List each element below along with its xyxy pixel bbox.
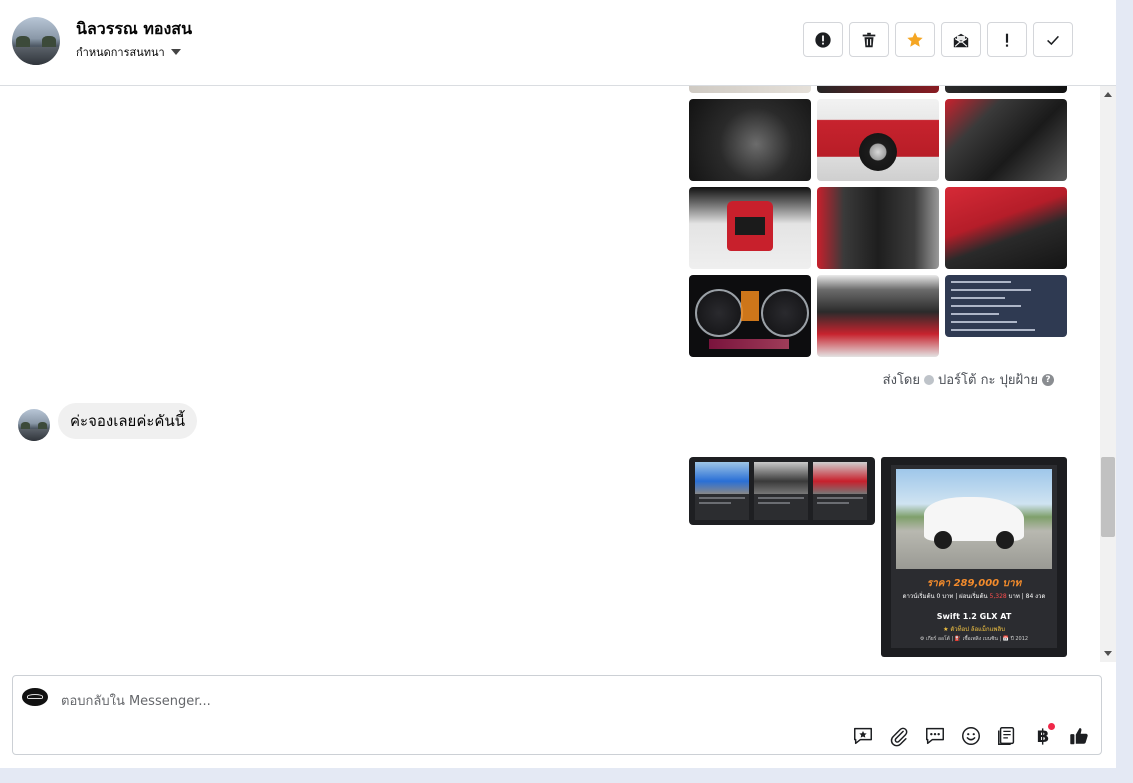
- delete-button[interactable]: [849, 22, 889, 57]
- car-photo-rear-open[interactable]: [689, 187, 811, 269]
- car-listing-card-image[interactable]: ราคา 289,000 บาท ดาวน์เริ่มต้น 0 บาท | ผ…: [881, 457, 1067, 657]
- notification-dot: [1048, 723, 1055, 730]
- done-check-icon: [1047, 35, 1059, 45]
- car-photo-rear-seats[interactable]: [817, 187, 939, 269]
- saved-reply-icon[interactable]: [851, 724, 875, 748]
- mark-important-button[interactable]: [987, 22, 1027, 57]
- report-icon: [815, 31, 831, 48]
- contact-avatar-small[interactable]: [18, 409, 50, 441]
- listing-footer: ⚙ เกียร์ ออโต้ | ⛽ เชื้อเพลิง เบนซิน | 📅…: [919, 636, 1029, 642]
- incoming-message-bubble[interactable]: ค่ะจองเลยค่ะคันนี้: [58, 403, 197, 439]
- sent-by-info: ส่งโดย ปอร์โต้ กะ ปุยฝ้าย ?: [883, 369, 1054, 390]
- verified-badge-icon: [924, 374, 934, 385]
- like-icon[interactable]: [1067, 724, 1091, 748]
- listing-price: ราคา 289,000 บาท: [926, 578, 1022, 589]
- car-listing-collage-image[interactable]: [689, 457, 875, 525]
- conversation-panel: นิลวรรณ ทองสน กำหนดการสนทนา ส่งโดย ปอร์โ…: [0, 0, 1116, 768]
- car-photo-wheel[interactable]: [817, 99, 939, 181]
- mark-unread-button[interactable]: [941, 22, 981, 57]
- star-icon: [907, 31, 923, 47]
- conversation-header: นิลวรรณ ทองสน กำหนดการสนทนา: [0, 0, 1116, 86]
- car-photo[interactable]: [689, 86, 811, 93]
- mark-unread-icon: [953, 33, 969, 47]
- listing-car-photo: [896, 469, 1052, 569]
- quick-reply-icon[interactable]: [923, 724, 947, 748]
- scroll-down-arrow-icon[interactable]: [1104, 651, 1112, 656]
- scroll-up-arrow-icon[interactable]: [1104, 92, 1112, 97]
- car-photo[interactable]: [945, 86, 1067, 93]
- contact-avatar[interactable]: [12, 17, 60, 65]
- conversation-schedule-label: กำหนดการสนทนา: [76, 46, 165, 59]
- message-composer[interactable]: ตอบกลับใน Messenger... ฿: [12, 675, 1102, 755]
- page-logo-icon: [22, 688, 48, 706]
- car-photo-dashboard-gauges[interactable]: [689, 275, 811, 357]
- star-button[interactable]: [895, 22, 935, 57]
- scrollbar-thumb[interactable]: [1101, 457, 1115, 537]
- car-spec-sheet-image[interactable]: [945, 275, 1067, 337]
- conversation-toolbar: [803, 22, 1073, 57]
- conversation-schedule-dropdown[interactable]: กำหนดการสนทนา: [76, 43, 181, 61]
- thread-scrollbar[interactable]: [1100, 86, 1116, 662]
- attachment-icon[interactable]: [887, 724, 911, 748]
- listing-model: Swift 1.2 GLX AT: [936, 612, 1012, 621]
- mark-done-button[interactable]: [1033, 22, 1073, 57]
- important-icon: [1005, 33, 1009, 47]
- emoji-icon[interactable]: [959, 724, 983, 748]
- composer-toolbar: ฿: [851, 723, 1091, 748]
- car-photo-door-panel[interactable]: [945, 187, 1067, 269]
- chevron-down-icon: [170, 49, 181, 55]
- baht-payment-icon[interactable]: ฿: [1031, 723, 1055, 748]
- help-icon[interactable]: ?: [1042, 373, 1054, 386]
- car-photo-interior-front[interactable]: [945, 99, 1067, 181]
- reply-input[interactable]: ตอบกลับใน Messenger...: [61, 690, 211, 711]
- sent-by-prefix: ส่งโดย: [882, 373, 920, 388]
- listing-tagline: ★ ตัวท็อป ล้อแม็กแพลิบ: [943, 626, 1005, 633]
- listing-finance: ดาวน์เริ่มต้น 0 บาท | ผ่อนเริ่มต้น 5,328…: [902, 593, 1046, 600]
- contact-name[interactable]: นิลวรรณ ทองสน: [76, 17, 192, 42]
- sent-by-name[interactable]: ปอร์โต้ กะ ปุยฝ้าย: [938, 369, 1038, 390]
- car-photo-gear-shifter[interactable]: [689, 99, 811, 181]
- trash-icon: [862, 32, 876, 47]
- car-photo[interactable]: [817, 86, 939, 93]
- car-photo-engine-bay[interactable]: [817, 275, 939, 357]
- report-button[interactable]: [803, 22, 843, 57]
- catalog-icon[interactable]: [995, 724, 1019, 748]
